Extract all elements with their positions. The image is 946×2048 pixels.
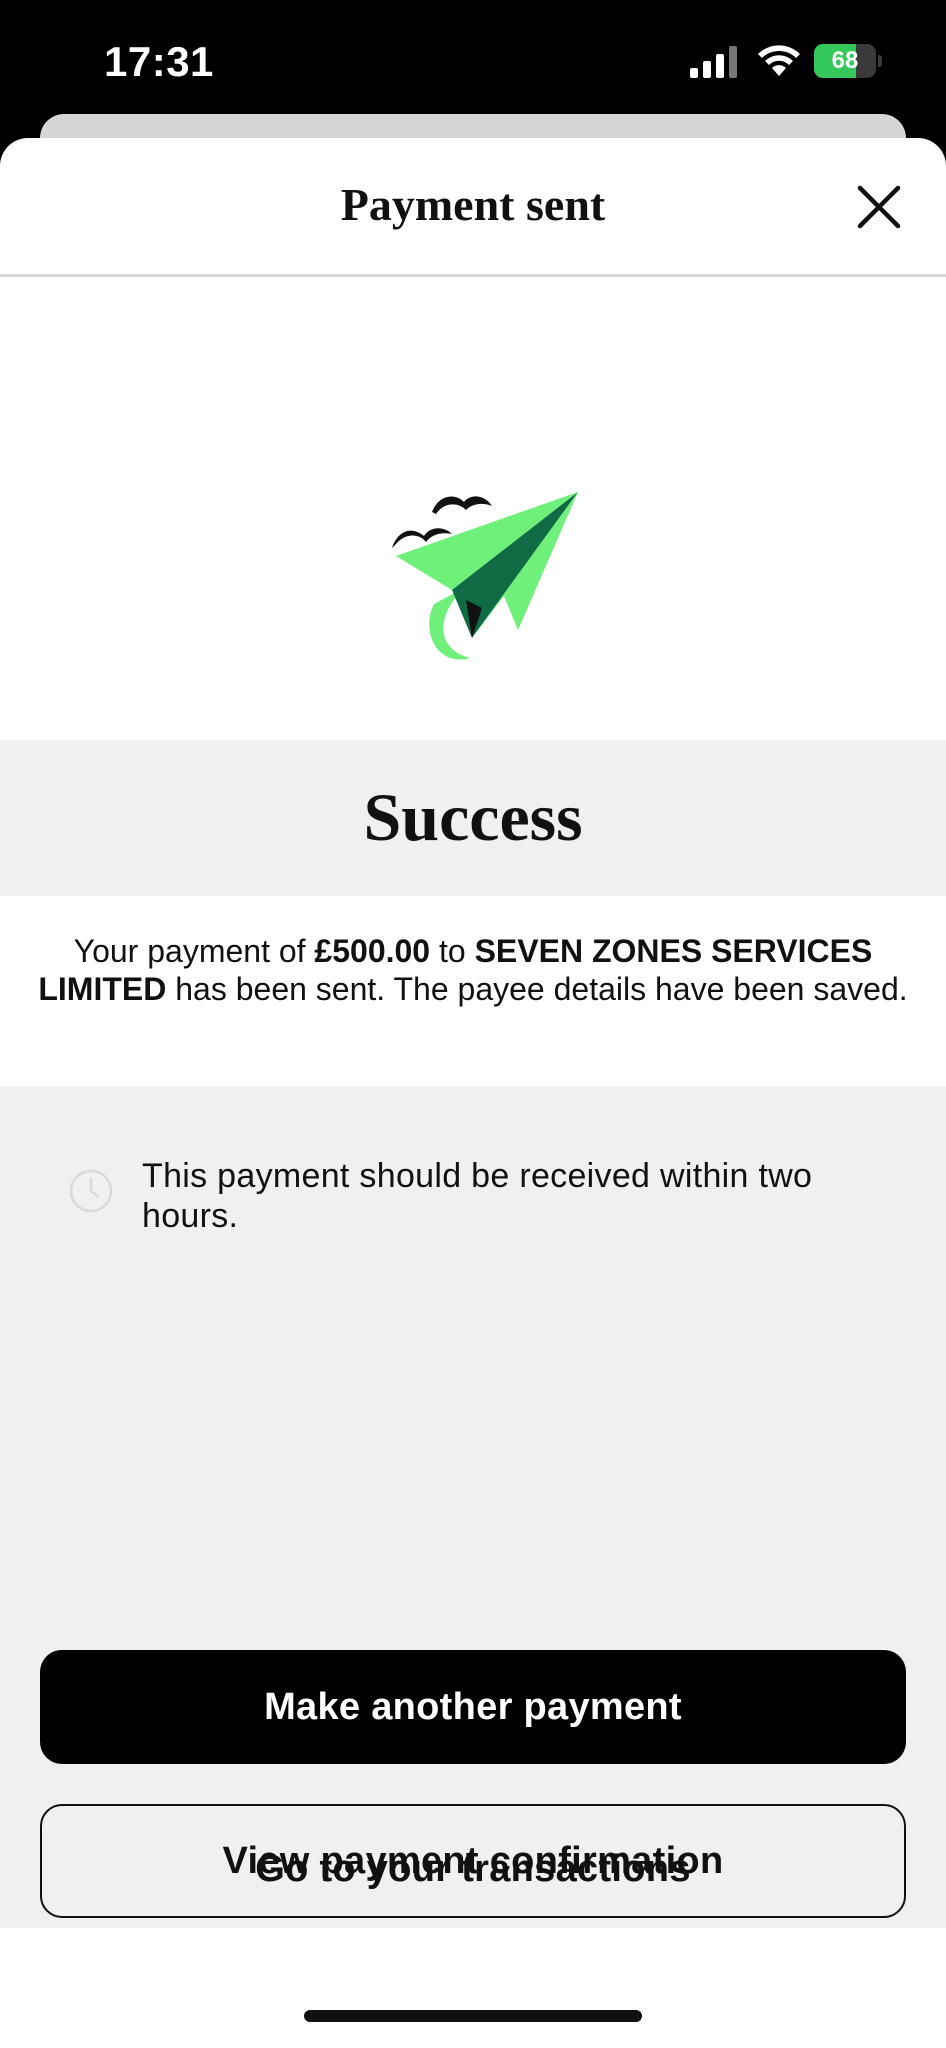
make-another-payment-button[interactable]: Make another payment [40,1650,906,1764]
signal-icon [690,46,737,78]
home-indicator[interactable] [304,2010,642,2022]
bird-icon [432,496,492,514]
actions-panel: This payment should be received within t… [0,1086,946,1928]
clock-icon [69,1169,113,1213]
delivery-info: This payment should be received within t… [64,1156,884,1256]
message-middle: to [430,933,475,969]
payment-sent-sheet: Payment sent Success Your payment of £50… [0,138,946,2048]
battery-icon: 68 [814,44,884,80]
sheet-header: Payment sent [0,138,946,277]
paper-plane-illustration [392,492,578,660]
delivery-info-text: This payment should be received within t… [142,1157,813,1235]
battery-level: 68 [831,47,859,74]
wifi-icon [758,45,800,76]
message-prefix: Your payment of [73,933,315,969]
go-to-transactions-link[interactable]: Go to your transactions [0,1848,946,1891]
success-banner: Success [0,740,946,896]
close-icon[interactable] [852,180,906,234]
status-bar: 17:31 68 [0,0,946,120]
status-time: 17:31 [104,38,214,85]
message-suffix: has been sent. The payee details have be… [166,971,908,1007]
confirmation-message: Your payment of £500.00 to SEVEN ZONES S… [34,932,912,1008]
payment-amount: £500.00 [314,933,431,969]
success-heading: Success [363,779,583,855]
page-title: Payment sent [340,179,606,230]
